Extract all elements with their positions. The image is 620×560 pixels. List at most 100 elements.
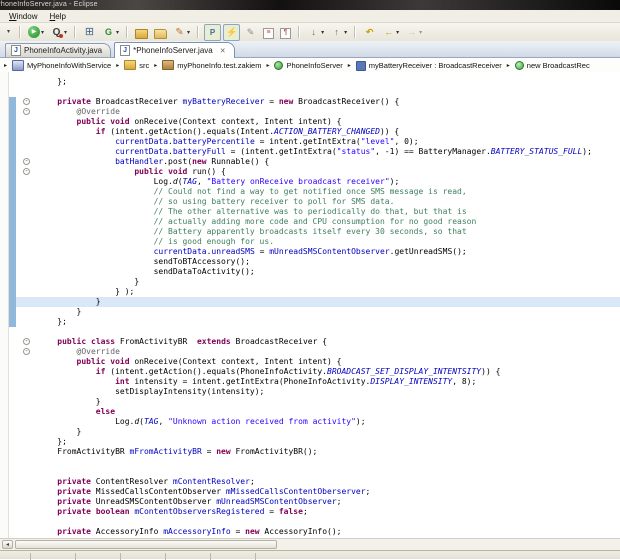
code-line[interactable]: private ContentResolver mContentResolver… [16, 477, 620, 487]
close-icon[interactable]: ✕ [220, 47, 226, 55]
horizontal-scrollbar[interactable]: ◂ [0, 538, 620, 550]
next-annotation-button[interactable]: ↓ ▾ [305, 24, 326, 41]
code-line[interactable]: } ); [16, 287, 620, 297]
breadcrumb-item[interactable]: myPhoneInfo.test.zakiem [162, 60, 261, 70]
code-line[interactable] [16, 327, 620, 337]
code-line[interactable]: currentData.unreadSMS = mUnreadSMSConten… [16, 247, 620, 257]
code-line[interactable]: } [16, 397, 620, 407]
code-line[interactable]: Log.d(TAG, "Battery onReceive broadcast … [16, 177, 620, 187]
code-line[interactable]: @Override [16, 107, 620, 117]
code-line[interactable]: // so using battery receiver to poll for… [16, 197, 620, 207]
annotation-ruler[interactable] [0, 72, 9, 538]
marker-button-1[interactable]: ≡ [261, 24, 276, 41]
code-line[interactable]: private MissedCallsContentObserver mMiss… [16, 487, 620, 497]
code-line[interactable]: // is good enough for us. [16, 237, 620, 247]
scroll-left-button[interactable]: ◂ [2, 540, 13, 549]
fold-collapse-icon[interactable]: - [23, 158, 30, 165]
code-line[interactable]: public void onReceive(Context context, I… [16, 117, 620, 127]
code-line[interactable] [16, 457, 620, 467]
code-line[interactable]: } [16, 277, 620, 287]
code-line[interactable] [16, 87, 620, 97]
dropdown-arrow-icon[interactable]: ▾ [116, 29, 119, 36]
dropdown-arrow-icon[interactable]: ▾ [419, 29, 422, 36]
code-line[interactable]: currentData.batteryPercentile = intent.g… [16, 137, 620, 147]
fold-collapse-icon[interactable]: - [23, 108, 30, 115]
code-line[interactable]: int intensity = intent.getIntExtra(Phone… [16, 377, 620, 387]
breadcrumb-item[interactable]: new BroadcastRec [514, 60, 590, 70]
run-icon: ▶ [28, 26, 40, 38]
previous-annotation-button[interactable]: ↑ ▾ [328, 24, 349, 41]
code-line[interactable] [16, 467, 620, 477]
last-edit-location-button[interactable]: ↶ [361, 24, 378, 41]
dropdown-arrow-icon[interactable]: ▾ [187, 29, 190, 36]
code-line[interactable]: if (intent.getAction().equals(PhoneInfoA… [16, 367, 620, 377]
dropdown-arrow-icon[interactable]: ▾ [396, 29, 399, 36]
code-line[interactable]: // The other alternative was to periodic… [16, 207, 620, 217]
mark-occurrences-toggle[interactable]: ⚡ [223, 23, 241, 41]
tab-phoneinfoactivity-java[interactable]: J PhoneInfoActivity.java [5, 43, 112, 57]
code-line[interactable]: setDisplayIntensity(intensity); [16, 387, 620, 397]
code-area[interactable]: }; private BroadcastReceiver myBatteryRe… [0, 72, 620, 537]
marker-button-2[interactable]: ¶ [278, 24, 293, 41]
code-line[interactable]: Log.d(TAG, "Unknown action received from… [16, 417, 620, 427]
dropdown-arrow-icon[interactable]: ▾ [41, 29, 44, 36]
code-line[interactable]: } [16, 307, 620, 317]
code-line[interactable]: }; [16, 317, 620, 327]
code-editor[interactable]: }; private BroadcastReceiver myBatteryRe… [0, 72, 620, 538]
tab-phoneinfoserver-java[interactable]: J *PhoneInfoServer.java ✕ [114, 42, 235, 58]
scrollbar-thumb[interactable] [15, 540, 277, 549]
source-toggle-button[interactable]: P [204, 23, 222, 41]
run-button[interactable]: ▶ ▾ [26, 24, 46, 41]
code-line[interactable]: sendToBTAccessory(); [16, 257, 620, 267]
code-line[interactable]: public class FromActivityBR extends Broa… [16, 337, 620, 347]
breadcrumb-label: myPhoneInfo.test.zakiem [177, 60, 262, 70]
breadcrumb-item[interactable]: MyPhoneInfoWithService [12, 59, 111, 71]
code-line[interactable]: @Override [16, 347, 620, 357]
open-folder-button[interactable] [133, 24, 150, 41]
back-button[interactable]: ← ▾ [380, 24, 401, 41]
fold-collapse-icon[interactable]: - [23, 168, 30, 175]
brush-button[interactable]: ✎ ▾ [171, 24, 192, 41]
import-folder-button[interactable] [152, 24, 169, 41]
quickdiff-change-bar [9, 97, 16, 327]
code-line[interactable] [16, 517, 620, 527]
code-line[interactable]: public void run() { [16, 167, 620, 177]
code-line[interactable]: } [16, 297, 620, 307]
dropdown-arrow-icon[interactable]: ▾ [344, 29, 347, 36]
external-tools-button[interactable]: Q ▾ [48, 24, 69, 41]
code-line[interactable]: FromActivityBR mFromActivityBR = new Fro… [16, 447, 620, 457]
breadcrumb-expand-icon[interactable]: ▸ [4, 62, 7, 69]
breadcrumb-item[interactable]: myBatteryReceiver : BroadcastReceiver [355, 60, 502, 71]
code-line[interactable]: sendDataToActivity(); [16, 267, 620, 277]
breadcrumb-item[interactable]: src [124, 60, 149, 70]
open-type-button[interactable]: G ▾ [100, 24, 121, 41]
code-line[interactable]: if (intent.getAction().equals(Intent.ACT… [16, 127, 620, 137]
code-line[interactable]: }; [16, 437, 620, 447]
code-line[interactable]: // Could not find a way to get notified … [16, 187, 620, 197]
code-line[interactable]: batHandler.post(new Runnable() { [16, 157, 620, 167]
menu-help[interactable]: Help [49, 12, 65, 21]
code-line[interactable]: } [16, 427, 620, 437]
new-project-button[interactable]: ⊞ [81, 24, 98, 41]
code-line[interactable]: public void onReceive(Context context, I… [16, 357, 620, 367]
dropdown-arrow-icon[interactable]: ▾ [64, 29, 67, 36]
forward-button[interactable]: → ▾ [403, 24, 424, 41]
code-line[interactable]: }; [16, 77, 620, 87]
folding-ruler[interactable]: - - - - - - [20, 72, 36, 538]
code-line[interactable]: private boolean mContentObserversRegiste… [16, 507, 620, 517]
dropdown-arrow-icon[interactable]: ▾ [321, 29, 324, 36]
pencil-button[interactable]: ✎ [242, 24, 259, 41]
fold-collapse-icon[interactable]: - [23, 338, 30, 345]
menu-window[interactable]: Window [9, 12, 37, 21]
code-line[interactable]: private UnreadSMSContentObserver mUnread… [16, 497, 620, 507]
code-line[interactable]: currentData.batteryFull = (intent.getInt… [16, 147, 620, 157]
fold-collapse-icon[interactable]: - [23, 98, 30, 105]
code-line[interactable]: private BroadcastReceiver myBatteryRecei… [16, 97, 620, 107]
code-line[interactable]: private AccessoryInfo mAccessoryInfo = n… [16, 527, 620, 537]
toolbar-overflow-button[interactable]: ▾ [3, 24, 14, 41]
breadcrumb-item[interactable]: PhoneInfoServer [274, 60, 343, 70]
code-line[interactable]: // actually adding more code and CPU con… [16, 217, 620, 227]
code-line[interactable]: else [16, 407, 620, 417]
fold-collapse-icon[interactable]: - [23, 348, 30, 355]
code-line[interactable]: // Battery apparently broadcasts itself … [16, 227, 620, 237]
